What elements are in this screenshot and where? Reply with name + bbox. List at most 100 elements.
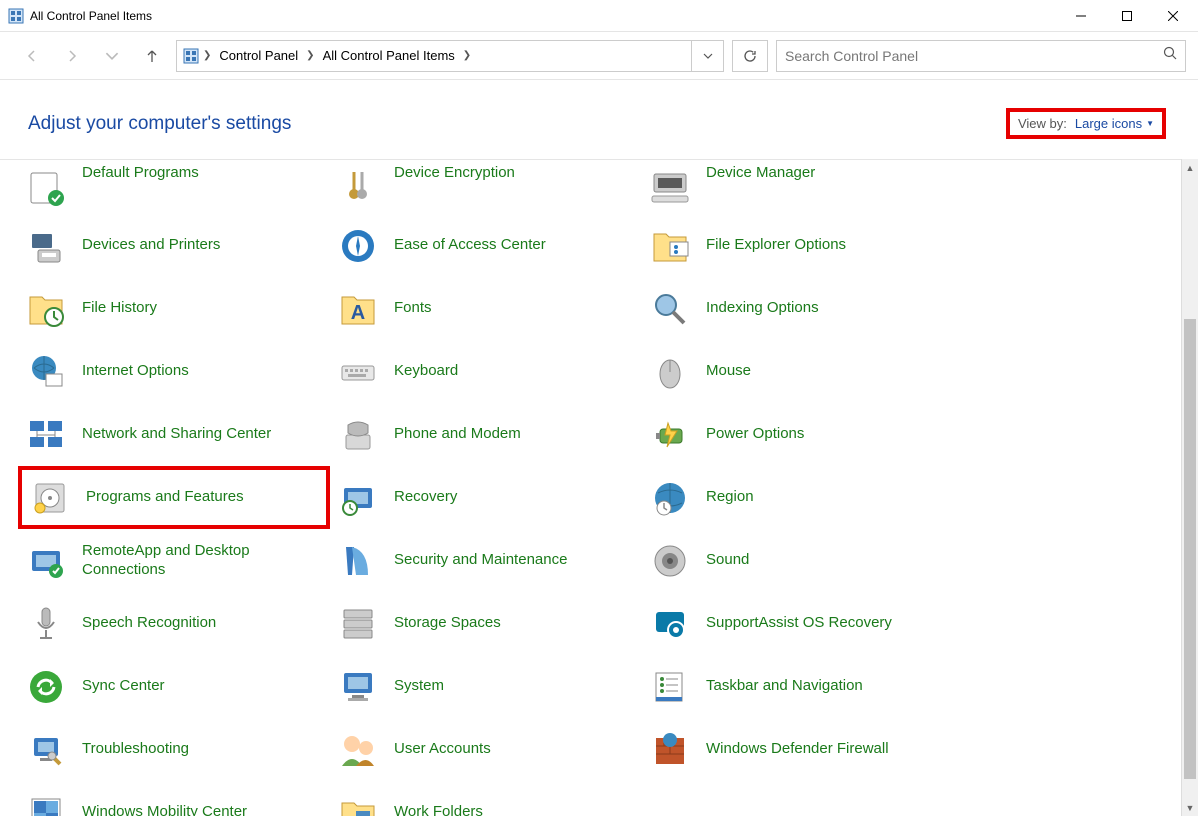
cp-item-recovery[interactable]: Recovery [330,466,642,529]
cp-item-power-options[interactable]: Power Options [642,403,954,466]
cp-item-sound[interactable]: Sound [642,529,954,592]
cp-item-remoteapp[interactable]: RemoteApp and Desktop Connections [18,529,330,592]
cp-item-work-folders[interactable]: Work Folders [330,781,642,816]
cp-item-mobility-center[interactable]: Windows Mobility Center [18,781,330,816]
refresh-button[interactable] [732,40,768,72]
cp-item-label: Troubleshooting [82,740,189,759]
region-icon [646,474,694,522]
cp-item-label: Region [706,488,754,507]
cp-item-taskbar-nav[interactable]: Taskbar and Navigation [642,655,954,718]
fonts-icon [334,285,382,333]
address-dropdown-button[interactable] [691,41,723,71]
titlebar: All Control Panel Items [0,0,1198,32]
cp-item-indexing-options[interactable]: Indexing Options [642,277,954,340]
cp-item-device-encryption[interactable]: Device Encryption [330,160,642,214]
cp-item-internet-options[interactable]: Internet Options [18,340,330,403]
minimize-button[interactable] [1058,0,1104,32]
cp-item-label: RemoteApp and Desktop Connections [82,542,322,580]
cp-item-devices-printers[interactable]: Devices and Printers [18,214,330,277]
cp-item-mouse[interactable]: Mouse [642,340,954,403]
cp-item-label: File History [82,299,157,318]
cp-item-label: Phone and Modem [394,425,521,444]
recent-locations-button[interactable] [96,40,128,72]
ease-of-access-icon [334,222,382,270]
forward-button[interactable] [56,40,88,72]
cp-item-label: Device Manager [706,164,815,183]
cp-item-network-sharing[interactable]: Network and Sharing Center [18,403,330,466]
cp-item-file-history[interactable]: File History [18,277,330,340]
cp-item-default-programs[interactable]: Default Programs [18,160,330,214]
cp-item-label: User Accounts [394,740,491,759]
cp-item-troubleshooting[interactable]: Troubleshooting [18,718,330,781]
breadcrumb-item[interactable]: Control Panel [215,48,302,63]
cp-item-label: Storage Spaces [394,614,501,633]
cp-item-file-explorer-options[interactable]: File Explorer Options [642,214,954,277]
cp-item-supportassist[interactable]: SupportAssist OS Recovery [642,592,954,655]
scroll-down-button[interactable]: ▼ [1182,799,1198,816]
cp-item-device-manager[interactable]: Device Manager [642,160,954,214]
search-box[interactable] [776,40,1186,72]
back-button[interactable] [16,40,48,72]
address-bar[interactable]: ❯ Control Panel ❯ All Control Panel Item… [177,48,691,64]
maximize-button[interactable] [1104,0,1150,32]
cp-item-label: Power Options [706,425,804,444]
devices-printers-icon [22,222,70,270]
mouse-icon [646,348,694,396]
device-manager-icon [646,164,694,212]
cp-item-defender-firewall[interactable]: Windows Defender Firewall [642,718,954,781]
troubleshooting-icon [22,726,70,774]
view-by-control[interactable]: View by: Large icons ▼ [1006,108,1166,139]
cp-item-speech-recognition[interactable]: Speech Recognition [18,592,330,655]
breadcrumb-icon [183,48,199,64]
cp-item-label: Indexing Options [706,299,819,318]
cp-item-fonts[interactable]: Fonts [330,277,642,340]
cp-item-sync-center[interactable]: Sync Center [18,655,330,718]
scrollbar-thumb[interactable] [1184,319,1196,779]
system-icon [334,663,382,711]
address-bar-container: ❯ Control Panel ❯ All Control Panel Item… [176,40,724,72]
chevron-right-icon: ❯ [203,50,211,61]
cp-item-programs-features[interactable]: Programs and Features [18,466,330,529]
close-button[interactable] [1150,0,1196,32]
recovery-icon [334,474,382,522]
chevron-right-icon: ❯ [463,50,471,61]
cp-item-label: Fonts [394,299,432,318]
cp-item-label: SupportAssist OS Recovery [706,614,892,633]
search-input[interactable] [785,48,1163,64]
taskbar-nav-icon [646,663,694,711]
scroll-up-button[interactable]: ▲ [1182,159,1198,176]
cp-item-label: Recovery [394,488,457,507]
device-encryption-icon [334,164,382,212]
cp-item-system[interactable]: System [330,655,642,718]
cp-item-label: System [394,677,444,696]
vertical-scrollbar[interactable]: ▲ ▼ [1181,159,1198,816]
cp-item-phone-modem[interactable]: Phone and Modem [330,403,642,466]
cp-item-storage-spaces[interactable]: Storage Spaces [330,592,642,655]
cp-item-security-maintenance[interactable]: Security and Maintenance [330,529,642,592]
cp-item-ease-of-access[interactable]: Ease of Access Center [330,214,642,277]
cp-item-label: Internet Options [82,362,189,381]
view-by-value-text: Large icons [1075,116,1142,131]
programs-features-icon [26,474,74,522]
up-button[interactable] [136,40,168,72]
breadcrumb-item[interactable]: All Control Panel Items [319,48,459,63]
page-heading: Adjust your computer's settings [28,113,291,135]
cp-item-label: Mouse [706,362,751,381]
remoteapp-icon [22,537,70,585]
cp-item-label: File Explorer Options [706,236,846,255]
cp-item-keyboard[interactable]: Keyboard [330,340,642,403]
user-accounts-icon [334,726,382,774]
internet-options-icon [22,348,70,396]
mobility-center-icon [22,789,70,817]
default-programs-icon [22,164,70,212]
cp-item-region[interactable]: Region [642,466,954,529]
cp-item-label: Ease of Access Center [394,236,546,255]
file-explorer-options-icon [646,222,694,270]
security-maintenance-icon [334,537,382,585]
view-by-value[interactable]: Large icons ▼ [1075,116,1154,131]
search-icon [1163,46,1177,65]
cp-item-label: Devices and Printers [82,236,220,255]
cp-item-user-accounts[interactable]: User Accounts [330,718,642,781]
chevron-down-icon: ▼ [1146,119,1154,128]
view-by-label: View by: [1018,116,1067,131]
